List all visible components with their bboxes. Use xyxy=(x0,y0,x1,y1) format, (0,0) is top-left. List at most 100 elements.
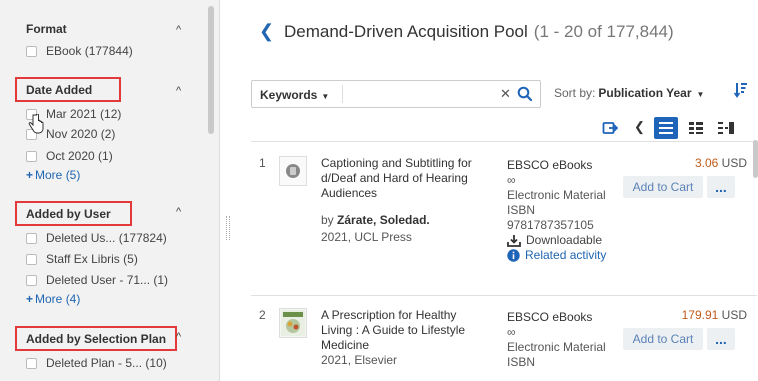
price-currency: USD xyxy=(721,156,747,170)
more-link-added-by-user[interactable]: + More (4) xyxy=(26,292,80,306)
search-scope-select[interactable]: Keywords ▼ xyxy=(260,88,329,102)
checkbox[interactable] xyxy=(26,150,37,162)
facet-item-label: Oct 2020 xyxy=(46,149,95,163)
list-view-icon xyxy=(659,122,673,134)
facet-title-added-by-selection-plan[interactable]: Added by Selection Plan xyxy=(26,332,166,346)
facet-item-label: Deleted Us... xyxy=(46,231,116,245)
sort-direction-icon[interactable] xyxy=(734,82,748,98)
facet-title-date-added[interactable]: Date Added xyxy=(26,83,92,97)
clear-search-icon[interactable]: ✕ xyxy=(500,86,511,102)
add-to-cart-button[interactable]: Add to Cart xyxy=(623,176,703,198)
facet-item-count: (177824) xyxy=(118,231,167,245)
facet-item-count: (5) xyxy=(123,252,138,266)
result-number: 2 xyxy=(259,308,266,322)
facet-item-count: (2) xyxy=(100,127,116,141)
page-title: Demand-Driven Acquisition Pool (1 - 20 of… xyxy=(284,22,674,42)
checkbox[interactable] xyxy=(26,253,37,265)
book-cover-thumbnail[interactable] xyxy=(279,308,307,338)
export-icon[interactable] xyxy=(602,119,618,135)
related-activity-link[interactable]: Related activity xyxy=(507,248,627,263)
result-number: 1 xyxy=(259,156,266,170)
info-icon xyxy=(507,249,520,262)
search-scope-label: Keywords xyxy=(260,88,318,102)
facet-item-deleted-us[interactable]: Deleted Us... (177824) xyxy=(26,229,167,247)
add-to-cart-button[interactable]: Add to Cart xyxy=(623,328,703,350)
author-prefix: by xyxy=(321,213,334,227)
more-link-label: More (4) xyxy=(35,292,81,306)
results-scrollbar[interactable] xyxy=(753,140,758,178)
panel-resize-handle[interactable] xyxy=(226,216,230,240)
facet-item-count: (177844) xyxy=(84,44,133,58)
compact-view-icon xyxy=(689,122,703,134)
chevron-up-icon[interactable]: ^ xyxy=(176,24,181,36)
facet-item-ebook[interactable]: EBook (177844) xyxy=(26,42,133,60)
checkbox[interactable] xyxy=(26,45,37,57)
facet-item-oct-2020[interactable]: Oct 2020 (1) xyxy=(26,147,113,165)
divider xyxy=(342,85,343,103)
result-details: EBSCO eBooks ∞ Electronic Material ISBN … xyxy=(507,158,627,263)
sidebar-scrollbar[interactable] xyxy=(208,6,214,134)
chevron-up-icon[interactable]: ^ xyxy=(176,331,181,343)
facet-item-label: EBook xyxy=(46,44,82,58)
price-currency: USD xyxy=(721,308,747,322)
more-link-date-added[interactable]: + More (5) xyxy=(26,168,80,182)
checkbox[interactable] xyxy=(26,274,37,286)
facet-item-count: (12) xyxy=(100,107,122,121)
facet-item-label: Nov 2020 xyxy=(46,127,98,141)
book-cover-thumbnail[interactable] xyxy=(279,156,307,186)
plus-icon: + xyxy=(26,292,34,306)
downloadable-label: Downloadable xyxy=(526,233,603,247)
split-view-button[interactable] xyxy=(714,117,738,139)
price-amount: 3.06 xyxy=(694,156,719,170)
more-actions-icon: ... xyxy=(715,331,727,347)
isbn-label: ISBN xyxy=(507,355,536,369)
result-details: EBSCO eBooks ∞ Electronic Material ISBN xyxy=(507,310,627,370)
facet-item-label: Deleted User - 71... xyxy=(46,273,151,287)
sort-value: Publication Year xyxy=(598,86,692,100)
facet-item-label: Deleted Plan - 5... xyxy=(46,356,143,370)
downloadable-status: Downloadable xyxy=(507,233,627,248)
facet-item-staff-ex-libris[interactable]: Staff Ex Libris (5) xyxy=(26,250,138,268)
material-type: Electronic Material xyxy=(507,188,606,202)
chevron-left-icon[interactable]: ❮ xyxy=(634,119,645,135)
download-icon xyxy=(507,235,521,247)
facet-title-format[interactable]: Format xyxy=(26,22,67,36)
result-publication: 2021, UCL Press xyxy=(321,230,412,244)
related-activity-label: Related activity xyxy=(525,248,607,262)
checkbox[interactable] xyxy=(26,232,37,244)
facet-item-deleted-user-71[interactable]: Deleted User - 71... (1) xyxy=(26,271,168,289)
chevron-left-icon[interactable]: ❮ xyxy=(259,21,274,42)
facet-item-count: (1) xyxy=(153,273,169,287)
license-unlimited: ∞ xyxy=(507,173,516,187)
sort-by-label: Sort by: xyxy=(554,86,596,100)
hand-cursor-icon xyxy=(28,114,44,134)
checkbox[interactable] xyxy=(26,357,37,369)
list-view-button[interactable] xyxy=(654,117,678,139)
chevron-up-icon[interactable]: ^ xyxy=(176,85,181,97)
chevron-up-icon[interactable]: ^ xyxy=(176,206,181,218)
result-author: by Zárate, Soledad. xyxy=(321,213,430,228)
more-actions-button[interactable]: ... xyxy=(707,176,735,198)
material-type: Electronic Material xyxy=(507,340,606,354)
more-actions-icon: ... xyxy=(715,179,727,195)
search-icon[interactable] xyxy=(516,85,534,103)
compact-view-button[interactable] xyxy=(684,117,708,139)
results-panel: ❮ Demand-Driven Acquisition Pool (1 - 20 … xyxy=(232,0,758,381)
split-view-icon xyxy=(718,122,734,134)
facet-item-count: (1) xyxy=(98,149,113,163)
result-title-link[interactable]: Captioning and Subtitling for d/Deaf and… xyxy=(321,156,486,201)
book-cover-image xyxy=(281,310,305,336)
price-amount: 179.91 xyxy=(681,308,719,322)
license-unlimited: ∞ xyxy=(507,325,516,339)
more-actions-button[interactable]: ... xyxy=(707,328,735,350)
facet-title-added-by-user[interactable]: Added by User xyxy=(26,207,111,221)
provider-name: EBSCO eBooks xyxy=(507,158,593,172)
sort-by[interactable]: Sort by: Publication Year ▼ xyxy=(554,86,704,100)
result-count: (1 - 20 of 177,844) xyxy=(533,22,674,41)
result-title-link[interactable]: A Prescription for Healthy Living : A Gu… xyxy=(321,308,486,353)
facet-item-deleted-plan-5[interactable]: Deleted Plan - 5... (10) xyxy=(26,354,167,372)
provider-name: EBSCO eBooks xyxy=(507,310,593,324)
plus-icon: + xyxy=(26,168,34,182)
isbn-value: 9781787357105 xyxy=(507,218,594,232)
caret-down-icon: ▼ xyxy=(696,90,705,99)
